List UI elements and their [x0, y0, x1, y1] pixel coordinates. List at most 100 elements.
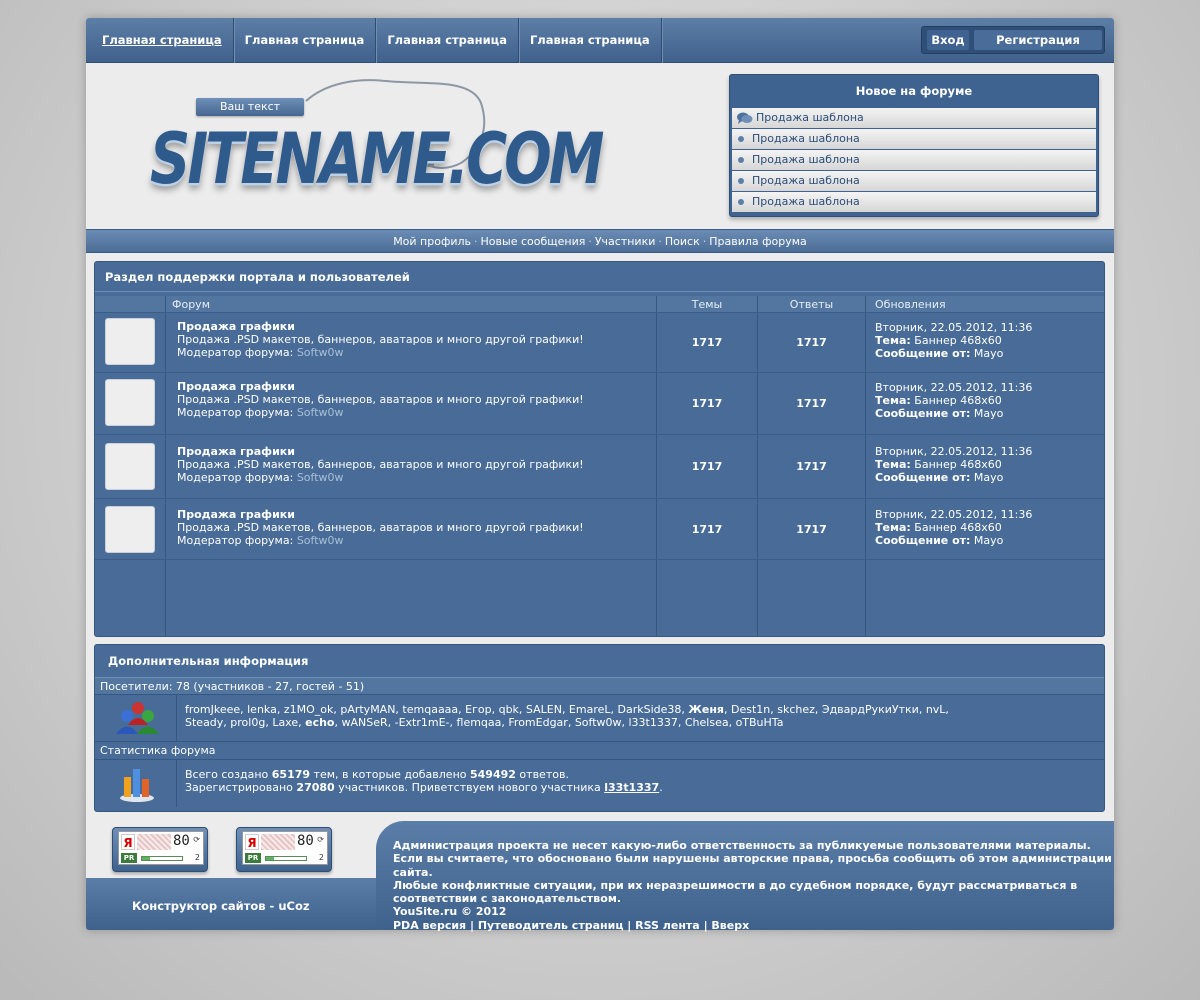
yandex-counter-badge[interactable]: Я 80 ⟳ PR 2	[236, 827, 332, 872]
nav-item-home-3[interactable]: Главная страница	[376, 18, 519, 63]
users-text[interactable]: Steady, prol0g, Laxe,	[185, 716, 305, 729]
nav-item-home-2[interactable]: Главная страница	[234, 18, 377, 63]
top-navbar: Главная страница Главная страница Главна…	[86, 18, 1114, 63]
forum-description: Продажа .PSD макетов, баннеров, аватаров…	[177, 458, 584, 471]
forum-name-link[interactable]: Продажа графики	[177, 320, 656, 333]
last-topic-link[interactable]: Баннер 468x60	[914, 334, 1001, 347]
users-icon	[116, 702, 159, 734]
subnav-separator: ·	[658, 235, 662, 248]
new-on-forum-item[interactable]: Продажа шаблона	[732, 129, 1096, 149]
subnav-rules[interactable]: Правила форума	[709, 235, 807, 248]
stats-text: Зарегистрировано	[185, 781, 297, 794]
subnav-separator: ·	[588, 235, 592, 248]
forum-section-title[interactable]: Раздел поддержки портала и пользователей	[95, 262, 1104, 292]
pda-link[interactable]: PDA версия	[393, 919, 466, 932]
last-author-link[interactable]: Mayo	[974, 347, 1003, 360]
subnav-members[interactable]: Участники	[595, 235, 656, 248]
subnav-new-messages[interactable]: Новые сообщения	[481, 235, 586, 248]
site-logo[interactable]: Ваш текст SITENAME.COM	[146, 73, 605, 203]
badge-pr-value: 2	[318, 853, 324, 862]
legal-notice: Администрация проекта не несет какую-либ…	[393, 839, 1114, 932]
new-on-forum-item[interactable]: Продажа шаблона	[732, 192, 1096, 212]
topic-label: Тема:	[875, 394, 911, 407]
forum-info-cell: Продажа графики Продажа .PSD макетов, ба…	[166, 313, 657, 372]
yandex-counter-badge[interactable]: Я 80 ⟳ PR 2	[112, 827, 208, 872]
forum-status-icon	[105, 443, 155, 490]
footer-link-separator: |	[466, 918, 478, 932]
forum-name-link[interactable]: Продажа графики	[177, 380, 656, 393]
stats-icon-cell	[95, 760, 177, 807]
badge-tic-value: 80	[173, 833, 190, 849]
forum-icon-cell	[95, 373, 166, 434]
last-topic-link[interactable]: Баннер 468x60	[914, 521, 1001, 534]
stats-users-count: 27080	[296, 781, 335, 794]
moderator-link[interactable]: Softw0w	[297, 534, 344, 547]
forum-subnav: Мой профиль · Новые сообщения · Участники · По…	[86, 229, 1114, 253]
stats-text: .	[659, 781, 663, 794]
moderator-link[interactable]: Softw0w	[297, 346, 344, 359]
new-on-forum-item[interactable]: Продажа шаблона	[732, 150, 1096, 170]
topic-label: Тема:	[875, 334, 911, 347]
badge-tic-value: 80	[297, 833, 314, 849]
bar-chart-icon	[120, 769, 154, 802]
empty-cell	[657, 560, 758, 636]
yandex-logo-icon: Я	[121, 834, 135, 850]
user-link-bold[interactable]: Женя	[688, 703, 724, 716]
subnav-separator: ·	[474, 235, 478, 248]
forum-status-icon	[105, 506, 155, 553]
last-author-link[interactable]: Mayo	[974, 471, 1003, 484]
forum-name-link[interactable]: Продажа графики	[177, 445, 656, 458]
subnav-my-profile[interactable]: Мой профиль	[393, 235, 471, 248]
replies-count: 1717	[758, 435, 866, 498]
pr-bar	[265, 856, 307, 861]
additional-info-panel: Дополнительная информация Посетители: 78…	[94, 644, 1105, 812]
subnav-search[interactable]: Поиск	[665, 235, 700, 248]
nav-item-home-4[interactable]: Главная страница	[519, 18, 662, 63]
forum-info-cell: Продажа графики Продажа .PSD макетов, ба…	[166, 435, 657, 498]
bullet-icon	[738, 136, 744, 142]
to-top-link[interactable]: Вверх	[711, 919, 749, 932]
moderator-link[interactable]: Softw0w	[297, 471, 344, 484]
last-author-link[interactable]: Mayo	[974, 407, 1003, 420]
users-text[interactable]: fromJkeee, lenka, z1MO_ok, pArtyMAN, tem…	[185, 703, 688, 716]
users-text[interactable]: , wANSeR, -Extr1mE-, flemqaa, FromEdgar,…	[335, 716, 784, 729]
main-nav: Главная страница Главная страница Главна…	[91, 18, 662, 63]
users-text[interactable]: , Dest1n, skchez, ЭдвардРукиУтки, nvL,	[724, 703, 949, 716]
last-topic-link[interactable]: Баннер 468x60	[914, 394, 1001, 407]
bullet-icon	[738, 178, 744, 184]
newest-member-link[interactable]: l33t1337	[604, 781, 659, 794]
rss-link[interactable]: RSS лента	[635, 919, 700, 932]
table-row: Продажа графики Продажа .PSD макетов, ба…	[95, 435, 1104, 499]
stats-text: Всего создано	[185, 768, 272, 781]
topics-count: 1717	[657, 435, 758, 498]
moderator-link[interactable]: Softw0w	[297, 406, 344, 419]
page: Главная страница Главная страница Главна…	[86, 18, 1114, 932]
legal-line: соответствии с законодательством.	[393, 892, 621, 906]
forum-icon-cell	[95, 499, 166, 559]
last-author-link[interactable]: Mayo	[974, 534, 1003, 547]
last-topic-link[interactable]: Баннер 468x60	[914, 458, 1001, 471]
last-update-cell: Вторник, 22.05.2012, 11:36 Тема: Баннер …	[866, 313, 1104, 372]
login-button[interactable]: Вход	[927, 30, 969, 50]
forum-status-icon	[105, 379, 155, 426]
new-on-forum-title: Новое на форуме	[855, 84, 973, 98]
last-update-cell: Вторник, 22.05.2012, 11:36 Тема: Баннер …	[866, 435, 1104, 498]
forum-name-link[interactable]: Продажа графики	[177, 508, 656, 521]
user-link-bold[interactable]: echo	[305, 716, 334, 729]
online-users-list: fromJkeee, lenka, z1MO_ok, pArtyMAN, tem…	[177, 695, 949, 741]
register-button[interactable]: Регистрация	[974, 30, 1102, 50]
new-on-forum-item[interactable]: Продажа шаблона	[732, 171, 1096, 191]
forum-description: Продажа .PSD макетов, баннеров, аватаров…	[177, 333, 584, 346]
last-update-date: Вторник, 22.05.2012, 11:36	[875, 381, 1033, 394]
new-on-forum-item-label: Продажа шаблона	[752, 153, 860, 166]
new-on-forum-list: Продажа шаблона Продажа шаблона Продажа …	[732, 108, 1096, 213]
nav-item-home-1[interactable]: Главная страница	[91, 18, 234, 63]
sitemap-link[interactable]: Путеводитель страниц	[478, 919, 624, 932]
new-on-forum-item[interactable]: Продажа шаблона	[732, 108, 1096, 128]
bullet-icon	[738, 157, 744, 163]
ucoz-constructor-link[interactable]: Конструктор сайтов - uCoz	[132, 899, 310, 913]
topics-count: 1717	[657, 499, 758, 559]
yandex-logo-icon: Я	[245, 834, 259, 850]
visitors-label: Посетители: 78 (участников - 27, гостей …	[95, 677, 1104, 695]
badge-pr-label: PR	[121, 853, 137, 863]
